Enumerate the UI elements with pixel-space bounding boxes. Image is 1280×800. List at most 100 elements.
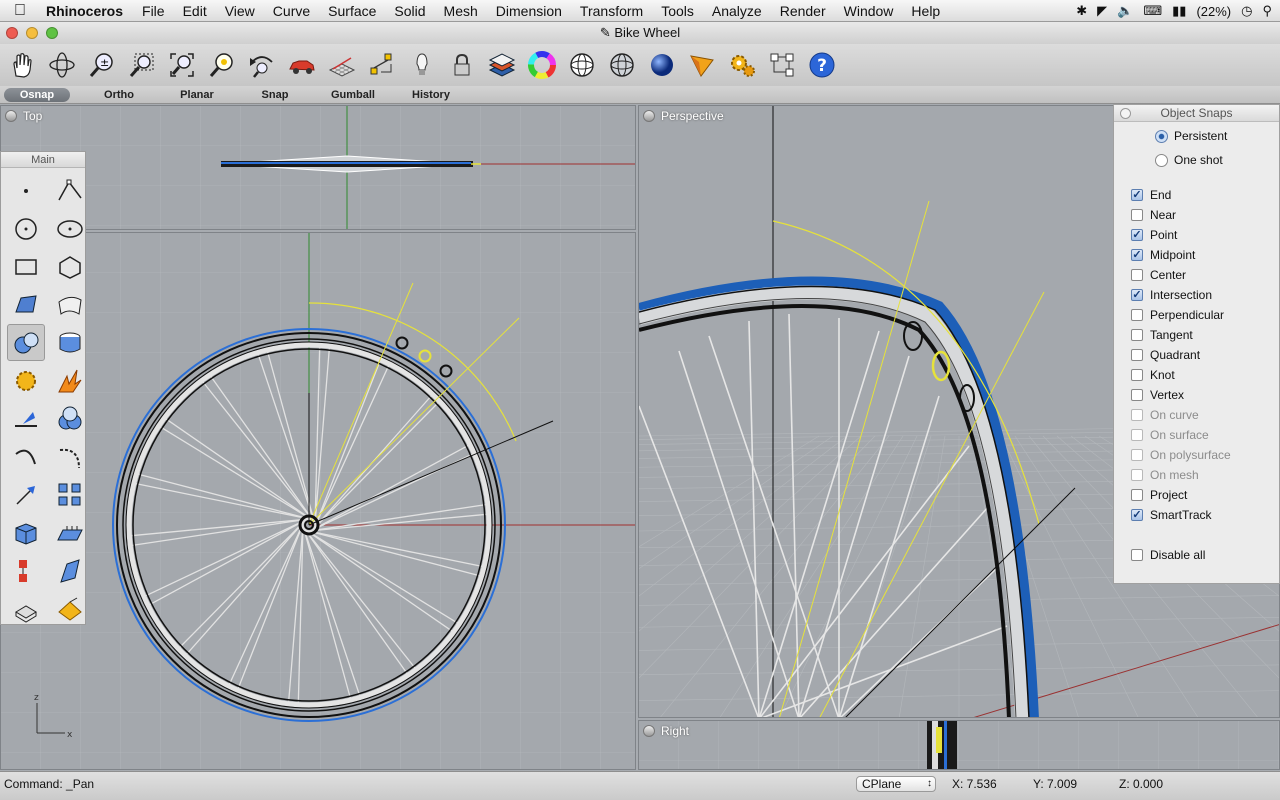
boolean-icon[interactable] (51, 400, 89, 437)
zoom-selected-icon[interactable] (204, 47, 240, 83)
viewport-title-top[interactable]: Top (23, 109, 42, 123)
osnap-checkbox[interactable] (1131, 209, 1143, 221)
help-icon[interactable]: ? (804, 47, 840, 83)
osnap-item-midpoint[interactable]: ✓ Midpoint (1131, 248, 1195, 262)
bluetooth-icon[interactable]: ✱ (1076, 3, 1087, 19)
menu-analyze[interactable]: Analyze (703, 3, 771, 19)
minimize-window-button[interactable] (26, 27, 38, 39)
circle-icon[interactable] (7, 210, 45, 247)
command-line[interactable]: Command: _Pan (4, 777, 94, 791)
osnap-item-near[interactable]: Near (1131, 208, 1176, 222)
osnap-checkbox[interactable] (1131, 389, 1143, 401)
gears-icon[interactable] (724, 47, 760, 83)
rotate-view-icon[interactable] (44, 47, 80, 83)
menu-dimension[interactable]: Dimension (487, 3, 571, 19)
close-window-button[interactable] (6, 27, 18, 39)
osnap-item-smarttrack[interactable]: ✓ SmartTrack (1131, 508, 1212, 522)
light-bulb-icon[interactable] (404, 47, 440, 83)
osnap-item-center[interactable]: Center (1131, 268, 1186, 282)
layers-icon[interactable] (484, 47, 520, 83)
project-icon[interactable] (51, 552, 89, 589)
persistent-radio[interactable]: Persistent (1155, 129, 1227, 143)
connect-icon[interactable] (764, 47, 800, 83)
disable-all-check[interactable] (1131, 549, 1143, 561)
menu-mesh[interactable]: Mesh (435, 3, 487, 19)
menu-help[interactable]: Help (902, 3, 949, 19)
osnap-item-quadrant[interactable]: Quadrant (1131, 348, 1200, 362)
osnap-checkbox[interactable]: ✓ (1131, 229, 1143, 241)
menu-curve[interactable]: Curve (264, 3, 319, 19)
color-wheel-icon[interactable] (524, 47, 560, 83)
osnap-checkbox[interactable]: ✓ (1131, 249, 1143, 261)
osnap-checkbox[interactable] (1131, 329, 1143, 341)
zoom-extents-icon[interactable] (164, 47, 200, 83)
spotlight-icon[interactable]: ⚲ (1262, 3, 1272, 19)
sphere-render-icon[interactable] (644, 47, 680, 83)
dimension-icon[interactable] (7, 400, 45, 437)
sphere-shaded-icon[interactable] (604, 47, 640, 83)
material-icon[interactable] (51, 590, 89, 627)
menu-transform[interactable]: Transform (571, 3, 652, 19)
mesh-icon[interactable] (51, 514, 89, 551)
osnap-checkbox[interactable] (1131, 489, 1143, 501)
arc-icon[interactable] (7, 438, 45, 475)
menu-window[interactable]: Window (835, 3, 903, 19)
menu-view[interactable]: View (216, 3, 264, 19)
cylinder-icon[interactable] (51, 324, 89, 361)
viewport-title-right[interactable]: Right (661, 724, 689, 738)
car-icon[interactable] (284, 47, 320, 83)
panel-close-button[interactable] (1120, 108, 1131, 119)
osnap-checkbox[interactable] (1131, 349, 1143, 361)
puzzle-icon[interactable] (7, 362, 45, 399)
osnap-item-perpendicular[interactable]: Perpendicular (1131, 308, 1224, 322)
osnap-item-project[interactable]: Project (1131, 488, 1187, 502)
menu-file[interactable]: File (133, 3, 174, 19)
osnap-checkbox[interactable] (1131, 369, 1143, 381)
move-icon[interactable] (7, 476, 45, 513)
osnap-checkbox[interactable] (1131, 309, 1143, 321)
persistent-radio-button[interactable] (1155, 129, 1168, 143)
network-icon[interactable] (7, 552, 45, 589)
snap-toggle[interactable]: Snap (236, 89, 314, 101)
undo-view-icon[interactable] (244, 47, 280, 83)
osnap-item-vertex[interactable]: Vertex (1131, 388, 1184, 402)
viewport-menu-button[interactable] (643, 725, 655, 737)
osnap-item-end[interactable]: ✓ End (1131, 188, 1171, 202)
wifi-icon[interactable]: ◤ (1097, 3, 1107, 19)
osnap-item-knot[interactable]: Knot (1131, 368, 1175, 382)
osnap-item-point[interactable]: ✓ Point (1131, 228, 1177, 242)
menu-render[interactable]: Render (771, 3, 835, 19)
viewport-menu-button[interactable] (643, 110, 655, 122)
point-icon[interactable] (7, 172, 45, 209)
pan-hand-icon[interactable] (4, 47, 40, 83)
osnap-icon[interactable] (364, 47, 400, 83)
sphere-wireframe-icon[interactable] (564, 47, 600, 83)
viewport-front[interactable]: z x (0, 232, 636, 770)
battery-icon[interactable]: ▮▮ (1172, 3, 1186, 19)
osnap-checkbox[interactable]: ✓ (1131, 189, 1143, 201)
surface-icon[interactable] (7, 286, 45, 323)
fillet-icon[interactable] (51, 438, 89, 475)
array-icon[interactable] (51, 476, 89, 513)
ellipse-icon[interactable] (51, 210, 89, 247)
history-toggle[interactable]: History (392, 89, 470, 101)
apple-icon[interactable]:  (0, 2, 40, 20)
render-cone-icon[interactable] (684, 47, 720, 83)
solid-sphere-icon[interactable] (7, 324, 45, 361)
loft-icon[interactable] (51, 286, 89, 323)
osnap-checkbox[interactable] (1131, 269, 1143, 281)
menu-solid[interactable]: Solid (385, 3, 434, 19)
osnap-item-intersection[interactable]: ✓ Intersection (1131, 288, 1212, 302)
planar-toggle[interactable]: Planar (158, 89, 236, 101)
zoom-in-icon[interactable]: ± (84, 47, 120, 83)
viewport-top[interactable]: Top (0, 105, 636, 230)
zoom-window-button[interactable] (46, 27, 58, 39)
keyboard-icon[interactable]: ⌨ (1143, 3, 1162, 19)
gumball-toggle[interactable]: Gumball (314, 89, 392, 101)
polygon-icon[interactable] (51, 248, 89, 285)
osnap-toggle[interactable]: Osnap (4, 87, 70, 102)
explode-icon[interactable] (51, 362, 89, 399)
osnap-checkbox[interactable]: ✓ (1131, 289, 1143, 301)
clock-icon[interactable]: ◷ (1241, 3, 1252, 19)
menu-tools[interactable]: Tools (652, 3, 703, 19)
